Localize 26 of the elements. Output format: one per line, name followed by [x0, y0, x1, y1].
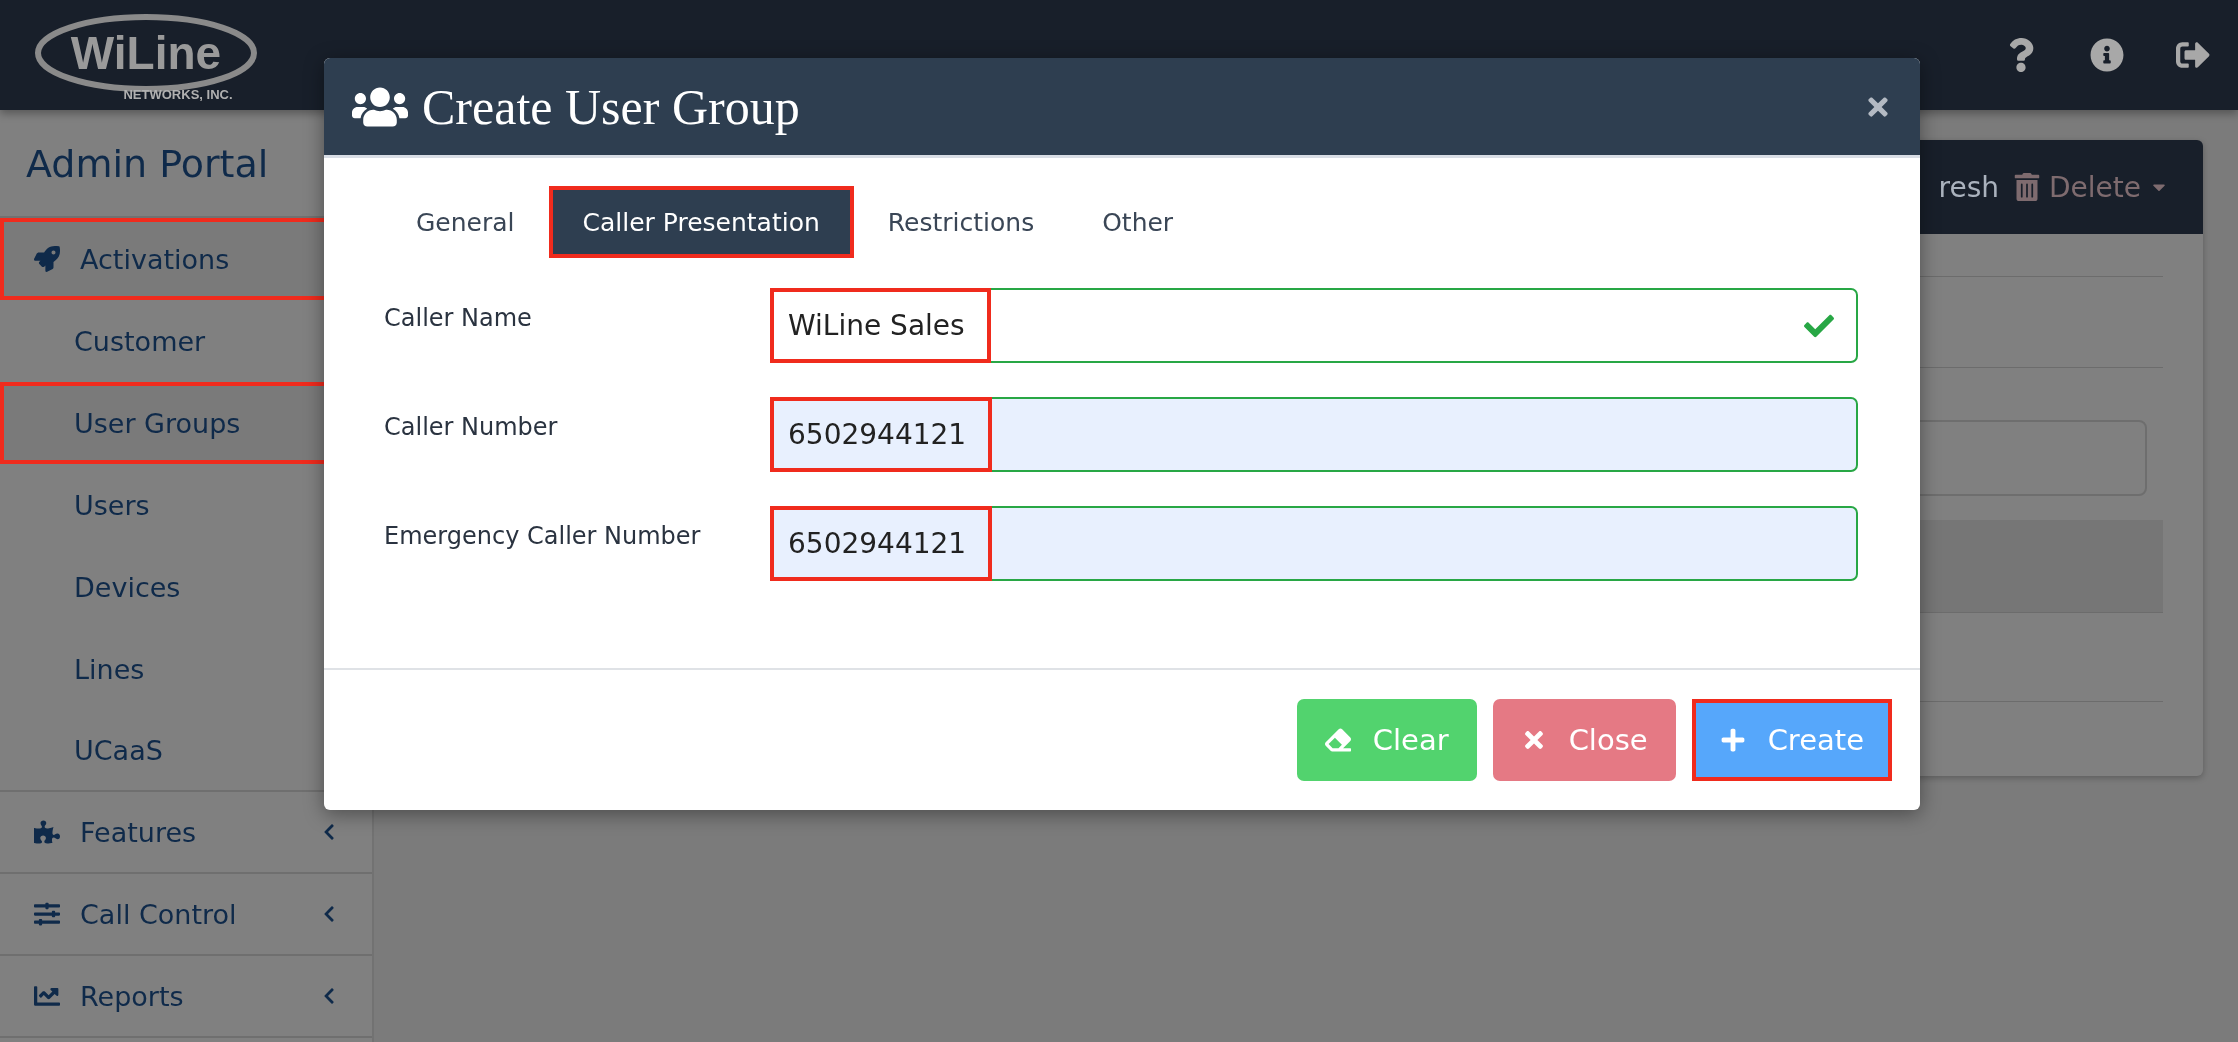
tab[interactable]: Other: [1068, 186, 1208, 258]
tab[interactable]: General: [382, 186, 549, 258]
plus-icon: [1719, 727, 1746, 753]
rocket-icon: [34, 246, 60, 272]
delete-button[interactable]: Delete: [2013, 170, 2169, 204]
field-label: Caller Name: [384, 303, 533, 332]
puzzle-icon: [34, 819, 60, 845]
field-label: Caller Number: [384, 412, 559, 441]
dialog-title: Create User Group: [422, 77, 800, 136]
tab[interactable]: Restrictions: [853, 186, 1069, 258]
input-field[interactable]: 6502944121: [770, 506, 1858, 581]
create-button[interactable]: Create: [1691, 699, 1892, 781]
input-field[interactable]: WiLine Sales: [770, 288, 1858, 363]
field-label: Emergency Caller Number: [384, 521, 702, 550]
chart-line-icon: [34, 983, 60, 1009]
info-icon[interactable]: [2090, 38, 2124, 72]
clear-button[interactable]: Clear: [1296, 699, 1477, 781]
trash-icon: [2013, 173, 2041, 201]
sliders-icon: [34, 901, 60, 927]
toolbar-text: resh: [1938, 170, 1999, 204]
sidebar-item[interactable]: Call Control: [0, 874, 372, 956]
eraser-icon: [1324, 727, 1351, 753]
input-field[interactable]: 6502944121: [770, 397, 1858, 472]
tab[interactable]: Caller Presentation: [548, 186, 854, 258]
close-button[interactable]: Close: [1492, 699, 1676, 781]
sidebar-item[interactable]: Reports: [0, 956, 372, 1038]
